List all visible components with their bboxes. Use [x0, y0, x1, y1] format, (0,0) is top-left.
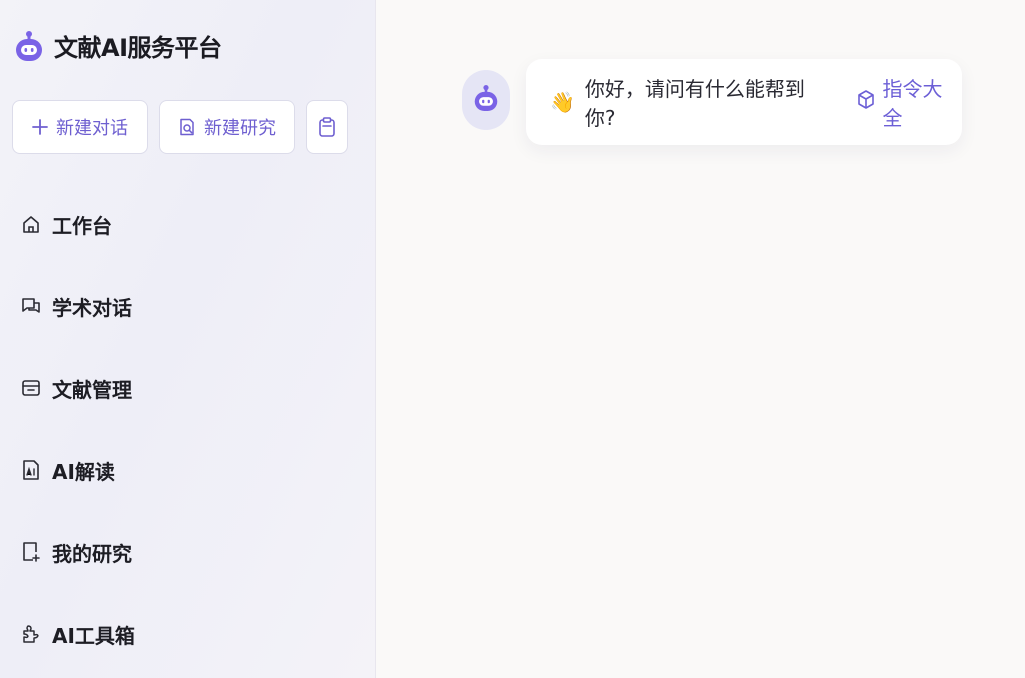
sidebar-item-literature[interactable]: 文献管理 — [20, 360, 135, 416]
sidebar: 文献AI服务平台 新建对话 新建研究 工作台 学术对话 文献管理 AI解读 我的… — [0, 0, 376, 678]
sidebar-item-label: 我的研究 — [52, 541, 132, 566]
bot-avatar — [462, 70, 510, 130]
plus-icon — [32, 119, 48, 135]
sidebar-item-my-research[interactable]: 我的研究 — [20, 524, 135, 580]
sidebar-item-workbench[interactable]: 工作台 — [20, 196, 135, 252]
archive-icon — [20, 377, 42, 399]
greeting-text: 你好，请问有什么能帮到你? — [584, 77, 805, 130]
sidebar-actions: 新建对话 新建研究 — [12, 100, 348, 154]
search-doc-icon — [178, 118, 196, 136]
research-doc-icon — [20, 541, 42, 563]
command-list-label: 指令大全 — [882, 77, 943, 130]
app-root: 文献AI服务平台 新建对话 新建研究 工作台 学术对话 文献管理 AI解读 我的… — [0, 0, 1025, 678]
chat-main: 👋 你好，请问有什么能帮到你? 指令大全 — [376, 0, 1025, 678]
new-chat-button[interactable]: 新建对话 — [12, 100, 148, 154]
bot-message-bubble: 👋 你好，请问有什么能帮到你? 指令大全 — [526, 59, 962, 145]
command-list-link[interactable]: 指令大全 — [856, 73, 962, 131]
robot-icon — [473, 84, 499, 116]
clipboard-button[interactable] — [306, 100, 348, 154]
new-research-button[interactable]: 新建研究 — [159, 100, 295, 154]
robot-icon — [14, 30, 44, 62]
sidebar-item-ai-toolbox[interactable]: AI工具箱 — [20, 606, 135, 662]
sidebar-item-ai-interpret[interactable]: AI解读 — [20, 442, 135, 498]
puzzle-icon — [20, 623, 42, 645]
sidebar-item-label: AI解读 — [52, 459, 115, 484]
wave-emoji: 👋 — [550, 90, 575, 114]
home-icon — [20, 213, 42, 235]
brand-title: 文献AI服务平台 — [54, 34, 222, 62]
sidebar-item-label: 文献管理 — [52, 377, 132, 402]
cube-icon — [856, 89, 876, 116]
new-chat-label: 新建对话 — [56, 118, 128, 139]
clipboard-icon — [318, 117, 336, 137]
sidebar-item-label: 工作台 — [52, 213, 112, 238]
sidebar-item-label: AI工具箱 — [52, 623, 135, 648]
sidebar-item-label: 学术对话 — [52, 295, 132, 320]
new-research-label: 新建研究 — [204, 118, 276, 139]
sidebar-nav: 工作台 学术对话 文献管理 AI解读 我的研究 AI工具箱 — [20, 196, 135, 678]
sidebar-item-academic-chat[interactable]: 学术对话 — [20, 278, 135, 334]
ai-document-icon — [20, 459, 42, 481]
brand[interactable]: 文献AI服务平台 — [14, 28, 222, 63]
chat-bubbles-icon — [20, 295, 42, 317]
